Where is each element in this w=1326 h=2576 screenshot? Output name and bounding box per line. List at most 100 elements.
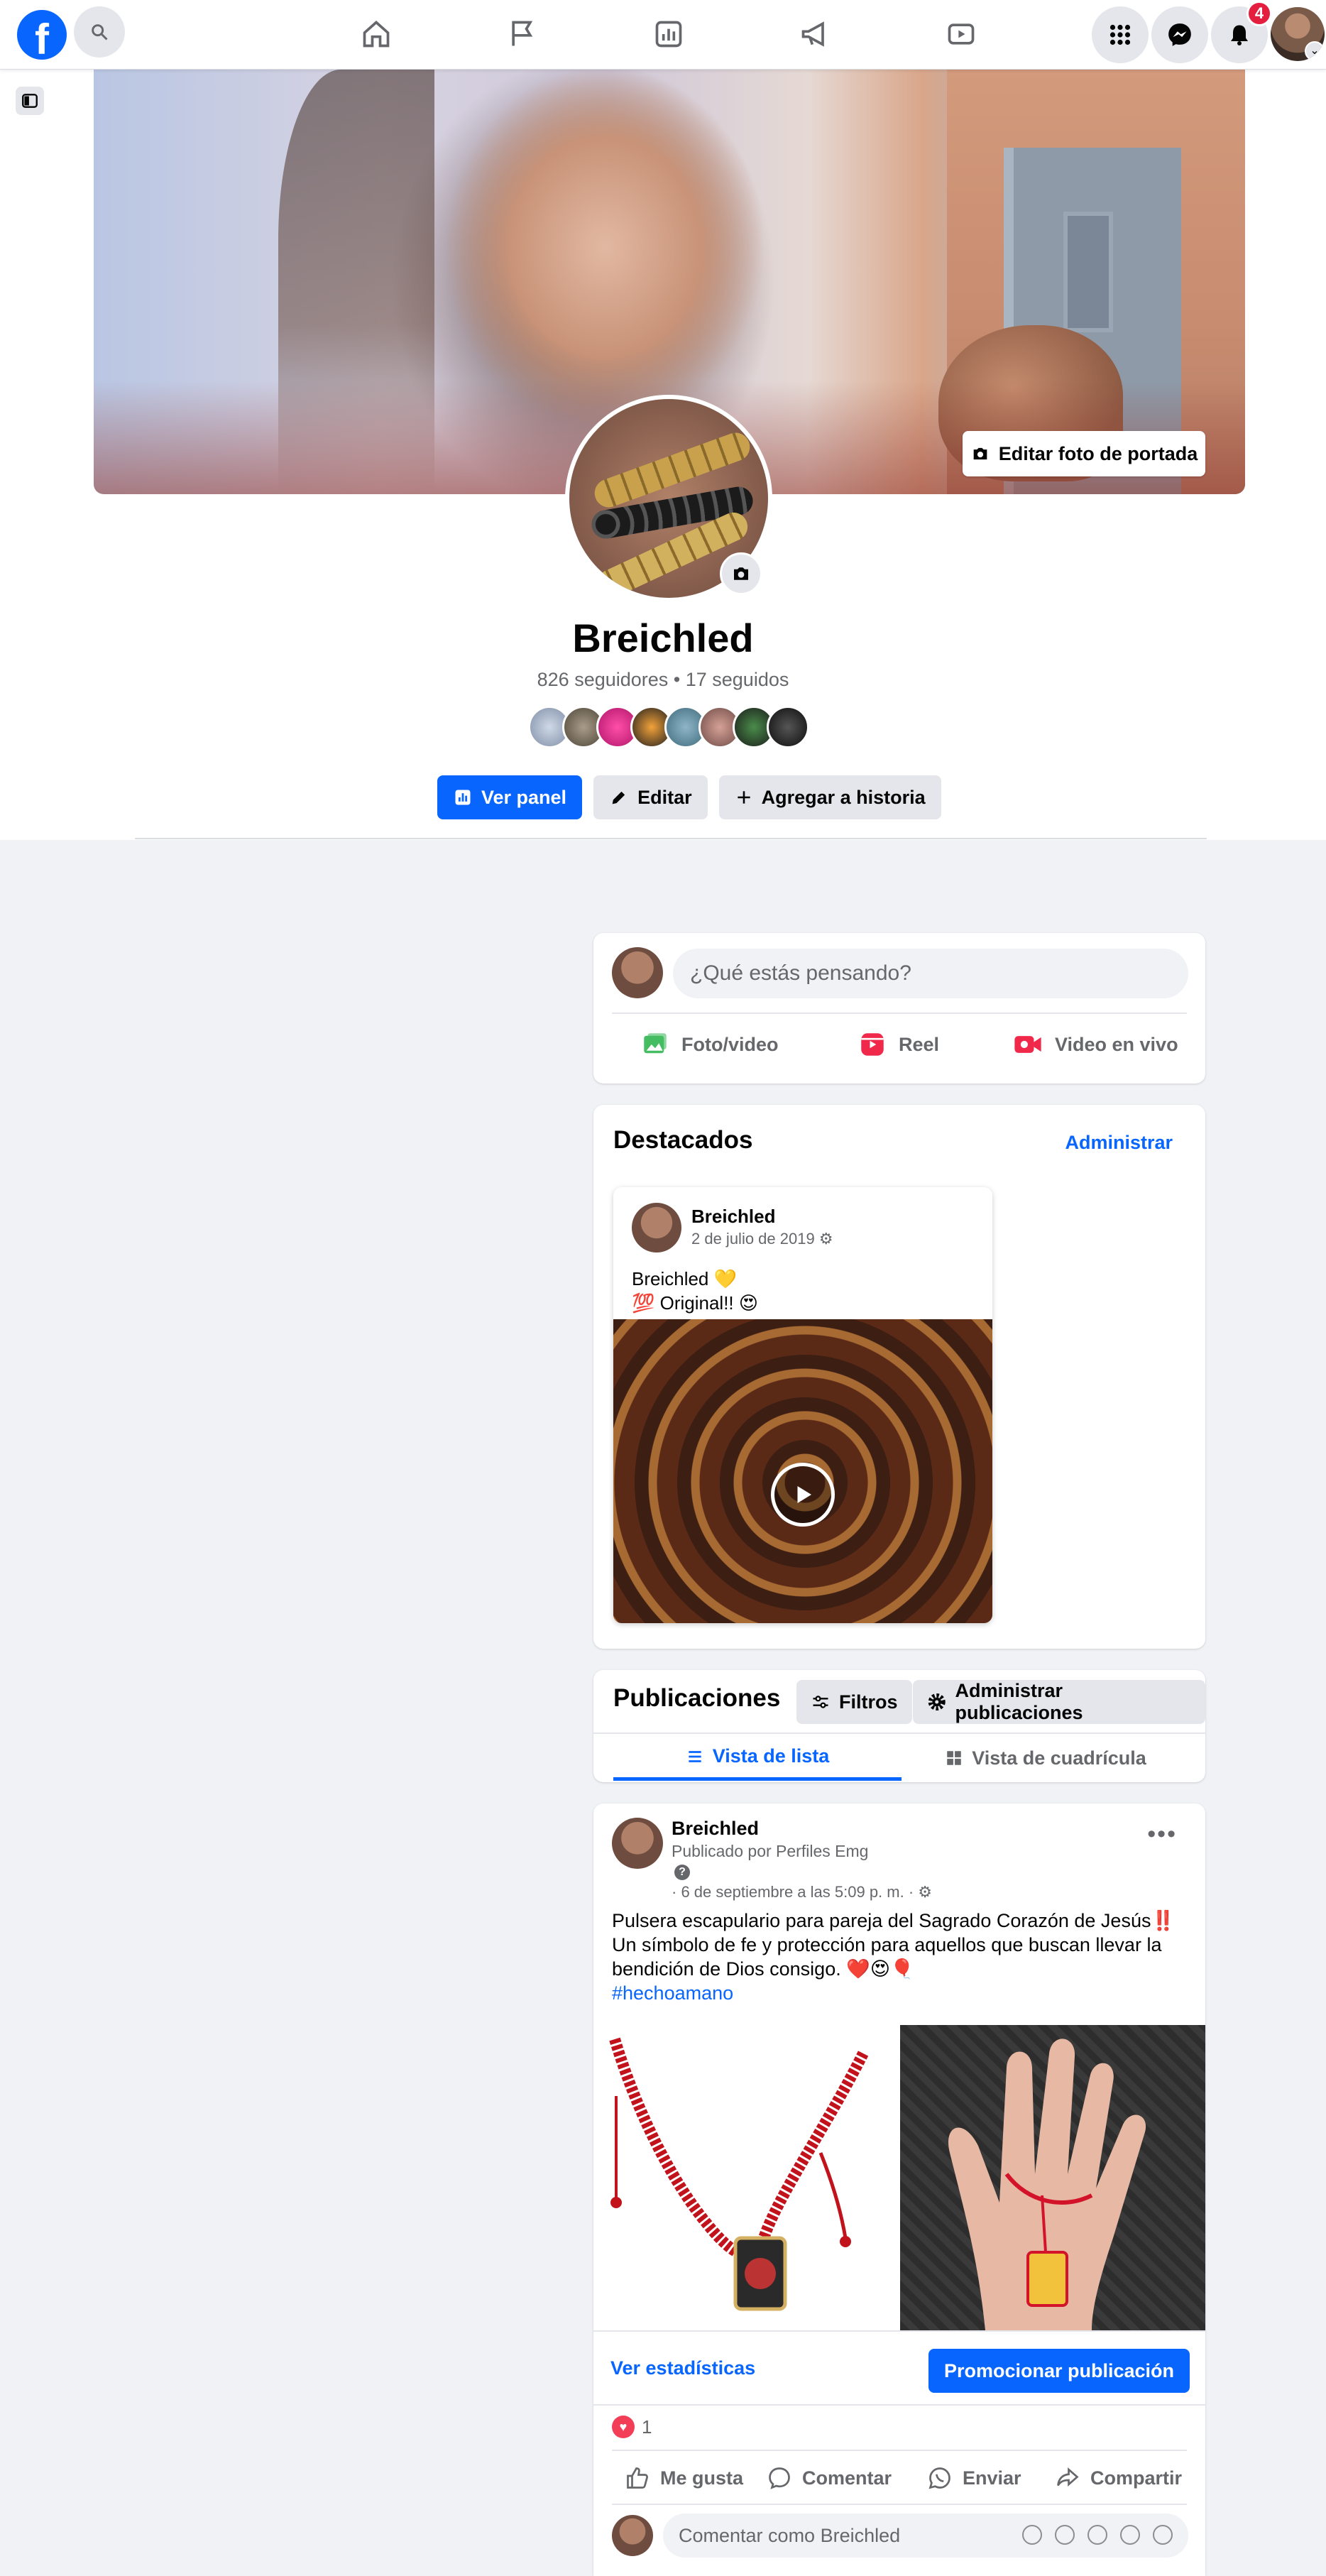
post-card: Breichled Publicado por Perfiles Emg ? ·… bbox=[593, 1803, 1205, 2576]
notifications-button[interactable]: 4 bbox=[1211, 1, 1272, 63]
tab-grid-view[interactable]: Vista de cuadrícula bbox=[902, 1735, 1190, 1781]
search-icon bbox=[92, 24, 108, 40]
post-text-line1: Pulsera escapulario para pareja del Sagr… bbox=[612, 1910, 1176, 1931]
top-navigation-bar: f 4 ⌄ bbox=[0, 0, 1326, 70]
comment-input[interactable]: Comentar como Breichled bbox=[663, 2514, 1188, 2558]
post-author-name[interactable]: Breichled bbox=[672, 1818, 759, 1840]
edit-cover-photo-button[interactable]: Editar foto de portada bbox=[963, 431, 1205, 476]
filters-button[interactable]: Filtros bbox=[796, 1680, 912, 1724]
commenter-avatar[interactable] bbox=[612, 2515, 653, 2556]
follower-stats[interactable]: 826 seguidores • 17 seguidos bbox=[0, 669, 1326, 691]
post-composer: ¿Qué estás pensando? Foto/video Reel Vid… bbox=[593, 933, 1205, 1084]
add-to-story-button[interactable]: Agregar a historia bbox=[718, 775, 941, 819]
post-image-1[interactable] bbox=[593, 2025, 897, 2330]
manage-posts-label: Administrar publicaciones bbox=[955, 1680, 1083, 1723]
sticker-icon[interactable] bbox=[1153, 2525, 1173, 2545]
composer-avatar[interactable] bbox=[612, 947, 663, 998]
bell-icon bbox=[1231, 25, 1248, 45]
play-button[interactable] bbox=[771, 1463, 835, 1527]
reel-button[interactable]: Reel bbox=[857, 1020, 939, 1069]
photo-icon bbox=[644, 1033, 667, 1054]
post-meta: · 6 de septiembre a las 5:09 p. m. · ⚙ bbox=[672, 1883, 932, 1901]
share-button[interactable]: Compartir bbox=[1055, 2455, 1182, 2501]
home-nav-button[interactable] bbox=[356, 16, 396, 53]
followers-avatar-row[interactable] bbox=[528, 706, 809, 748]
post-author-avatar[interactable] bbox=[612, 1818, 663, 1869]
menu-button[interactable] bbox=[1092, 6, 1149, 63]
featured-section: Destacados Administrar Breichled 2 de ju… bbox=[593, 1105, 1205, 1649]
comment-button[interactable]: Comentar bbox=[767, 2455, 892, 2501]
featured-author-name[interactable]: Breichled bbox=[691, 1206, 776, 1228]
post-timestamp[interactable]: · 6 de septiembre a las 5:09 p. m. · bbox=[672, 1883, 914, 1901]
video-nav-button[interactable] bbox=[941, 16, 981, 53]
reel-label: Reel bbox=[899, 1033, 940, 1055]
posts-title: Publicaciones bbox=[613, 1684, 781, 1712]
grid-view-label: Vista de cuadrícula bbox=[972, 1747, 1146, 1769]
search-button[interactable] bbox=[74, 6, 125, 58]
photo-video-label: Foto/video bbox=[681, 1033, 779, 1055]
reaction-summary[interactable]: ♥ 1 bbox=[612, 2416, 652, 2438]
edit-cover-photo-label: Editar foto de portada bbox=[998, 442, 1198, 464]
featured-manage-link[interactable]: Administrar bbox=[1065, 1132, 1173, 1154]
update-profile-picture-button[interactable] bbox=[720, 552, 762, 595]
chevron-down-icon: ⌄ bbox=[1305, 41, 1325, 61]
profile-name: Breichled bbox=[572, 616, 754, 660]
featured-caption-line1: Breichled 💛 bbox=[632, 1268, 737, 1289]
featured-item[interactable]: Breichled 2 de julio de 2019 ⚙ Breichled… bbox=[613, 1187, 992, 1623]
megaphone-icon bbox=[801, 21, 824, 47]
help-icon[interactable]: ? bbox=[674, 1865, 690, 1880]
gif-icon[interactable] bbox=[1120, 2525, 1140, 2545]
manage-posts-button[interactable]: Administrar publicaciones bbox=[913, 1680, 1205, 1724]
plus-icon bbox=[737, 791, 750, 804]
notification-count-badge: 4 bbox=[1246, 1, 1272, 26]
tab-list-view[interactable]: Vista de lista bbox=[613, 1735, 902, 1781]
edit-profile-label: Editar bbox=[637, 786, 692, 808]
view-dashboard-button[interactable]: Ver panel bbox=[437, 775, 583, 819]
live-video-button[interactable]: Video en vivo bbox=[1012, 1020, 1178, 1069]
view-stats-link[interactable]: Ver estadísticas bbox=[610, 2357, 755, 2379]
reaction-count: 1 bbox=[642, 2416, 652, 2438]
post-promotion-row: Ver estadísticas Promocionar publicación bbox=[593, 2330, 1205, 2406]
post-published-by: Publicado por Perfiles Emg bbox=[672, 1842, 869, 1860]
sidebar-toggle-button[interactable] bbox=[16, 87, 44, 115]
actions-divider-top bbox=[612, 2450, 1187, 2451]
gear-icon bbox=[928, 1693, 946, 1711]
posts-section-header: Publicaciones Filtros Administrar public… bbox=[593, 1670, 1205, 1782]
messenger-button[interactable] bbox=[1151, 6, 1208, 63]
promote-post-button[interactable]: Promocionar publicación bbox=[928, 2349, 1190, 2393]
post-image-2[interactable] bbox=[900, 2025, 1205, 2330]
facebook-logo[interactable]: f bbox=[17, 10, 67, 60]
avatar-sticker-icon[interactable] bbox=[1022, 2525, 1042, 2545]
post-hashtag[interactable]: #hechoamano bbox=[612, 1981, 1187, 2005]
post-text-line2: Un símbolo de fe y protección para aquel… bbox=[612, 1934, 1162, 1980]
ads-nav-button[interactable] bbox=[795, 16, 835, 53]
follower-avatar[interactable] bbox=[767, 706, 809, 748]
emoji-icon[interactable] bbox=[1055, 2525, 1075, 2545]
send-button[interactable]: Enviar bbox=[927, 2455, 1021, 2501]
camera-icon[interactable] bbox=[1087, 2525, 1107, 2545]
red-bracelet-image bbox=[609, 2037, 869, 2311]
pages-nav-button[interactable] bbox=[503, 16, 542, 53]
heart-icon: ♥ bbox=[612, 2416, 635, 2438]
send-label: Enviar bbox=[963, 2467, 1021, 2489]
photo-video-button[interactable]: Foto/video bbox=[640, 1020, 779, 1069]
messenger-icon bbox=[1168, 23, 1191, 46]
like-button[interactable]: Me gusta bbox=[625, 2455, 743, 2501]
list-view-label: Vista de lista bbox=[712, 1745, 830, 1767]
composer-input[interactable]: ¿Qué estás pensando? bbox=[673, 949, 1188, 998]
reel-icon bbox=[861, 1033, 884, 1056]
insights-nav-button[interactable] bbox=[649, 16, 689, 53]
featured-title: Destacados bbox=[613, 1126, 753, 1154]
more-options-button[interactable]: ••• bbox=[1147, 1821, 1177, 1848]
featured-author-avatar[interactable] bbox=[632, 1203, 681, 1252]
camera-icon bbox=[734, 567, 748, 580]
share-label: Compartir bbox=[1090, 2467, 1183, 2489]
chart-icon bbox=[455, 790, 471, 805]
post-body: Pulsera escapulario para pareja del Sagr… bbox=[612, 1909, 1187, 2005]
account-avatar-button[interactable]: ⌄ bbox=[1271, 7, 1325, 61]
actions-divider-bottom bbox=[612, 2504, 1187, 2505]
edit-profile-button[interactable]: Editar bbox=[593, 775, 708, 819]
video-play-icon bbox=[948, 23, 975, 45]
like-label: Me gusta bbox=[660, 2467, 744, 2489]
add-to-story-label: Agregar a historia bbox=[761, 786, 926, 808]
